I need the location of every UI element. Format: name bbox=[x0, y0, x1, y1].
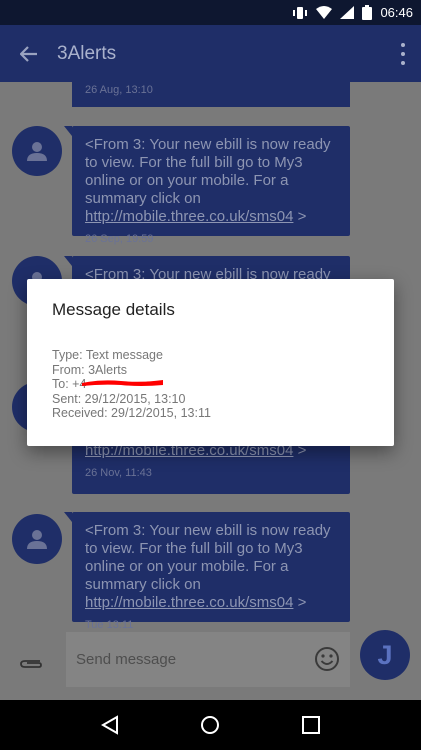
detail-received: Received: 29/12/2015, 13:11 bbox=[52, 406, 211, 420]
send-button[interactable]: J bbox=[360, 630, 410, 680]
message-link[interactable]: http://mobile.three.co.uk/sms04 bbox=[85, 594, 293, 611]
wifi-icon bbox=[316, 6, 333, 19]
message-bubble[interactable]: <From 3: Your new ebill is now ready to … bbox=[64, 126, 350, 245]
detail-to-row: To: +4 bbox=[52, 377, 211, 392]
message-link[interactable]: http://mobile.three.co.uk/sms04 bbox=[85, 208, 293, 225]
overflow-menu-icon[interactable] bbox=[399, 43, 407, 65]
message-text: <From 3: Your new ebill is now ready to … bbox=[85, 522, 331, 593]
send-button-label: J bbox=[377, 639, 393, 670]
signal-icon bbox=[340, 6, 355, 19]
vibrate-icon bbox=[292, 6, 308, 20]
paperclip-icon[interactable] bbox=[18, 650, 46, 678]
message-time: 26 Nov, 11:43 bbox=[85, 467, 152, 479]
arrow-back-icon[interactable] bbox=[0, 25, 57, 82]
redaction-mark bbox=[82, 380, 163, 386]
message-time: 26 Sep, 19:59 bbox=[85, 233, 154, 245]
back-nav-icon[interactable] bbox=[100, 715, 119, 735]
detail-type: Type: Text message bbox=[52, 348, 163, 362]
message-bubble[interactable]: 26 Aug, 13:10 bbox=[72, 82, 350, 107]
home-nav-icon[interactable] bbox=[200, 715, 220, 735]
detail-sent: Sent: 29/12/2015, 13:10 bbox=[52, 391, 186, 406]
status-bar: 06:46 bbox=[0, 0, 421, 25]
message-time: 26 Aug, 13:10 bbox=[85, 84, 153, 96]
message-text: <From 3: Your new ebill is now ready to … bbox=[85, 136, 331, 207]
message-input[interactable]: Send message bbox=[66, 632, 350, 687]
recents-nav-icon[interactable] bbox=[302, 716, 321, 734]
app-bar: 3Alerts bbox=[0, 25, 421, 82]
message-time: Tue 13:11 bbox=[85, 619, 134, 628]
avatar[interactable] bbox=[12, 514, 62, 564]
detail-from: From: 3Alerts bbox=[52, 362, 128, 377]
avatar[interactable] bbox=[12, 126, 62, 176]
dialog-title: Message details bbox=[52, 300, 175, 319]
person-icon bbox=[27, 142, 47, 161]
message-input-placeholder: Send message bbox=[76, 651, 177, 668]
message-bubble[interactable]: <From 3: Your new ebill is now ready to … bbox=[64, 512, 350, 628]
message-details-dialog: Message details Type: Text message From:… bbox=[27, 279, 394, 446]
dialog-details: Type: Text message From: 3Alerts To: +4 … bbox=[52, 348, 211, 421]
navigation-bar bbox=[0, 700, 421, 750]
compose-bar: Send message J bbox=[0, 628, 421, 700]
person-icon bbox=[27, 530, 47, 549]
status-time: 06:46 bbox=[380, 5, 413, 20]
emoji-icon[interactable] bbox=[314, 646, 340, 672]
battery-icon bbox=[362, 5, 373, 20]
conversation-title: 3Alerts bbox=[57, 42, 117, 64]
